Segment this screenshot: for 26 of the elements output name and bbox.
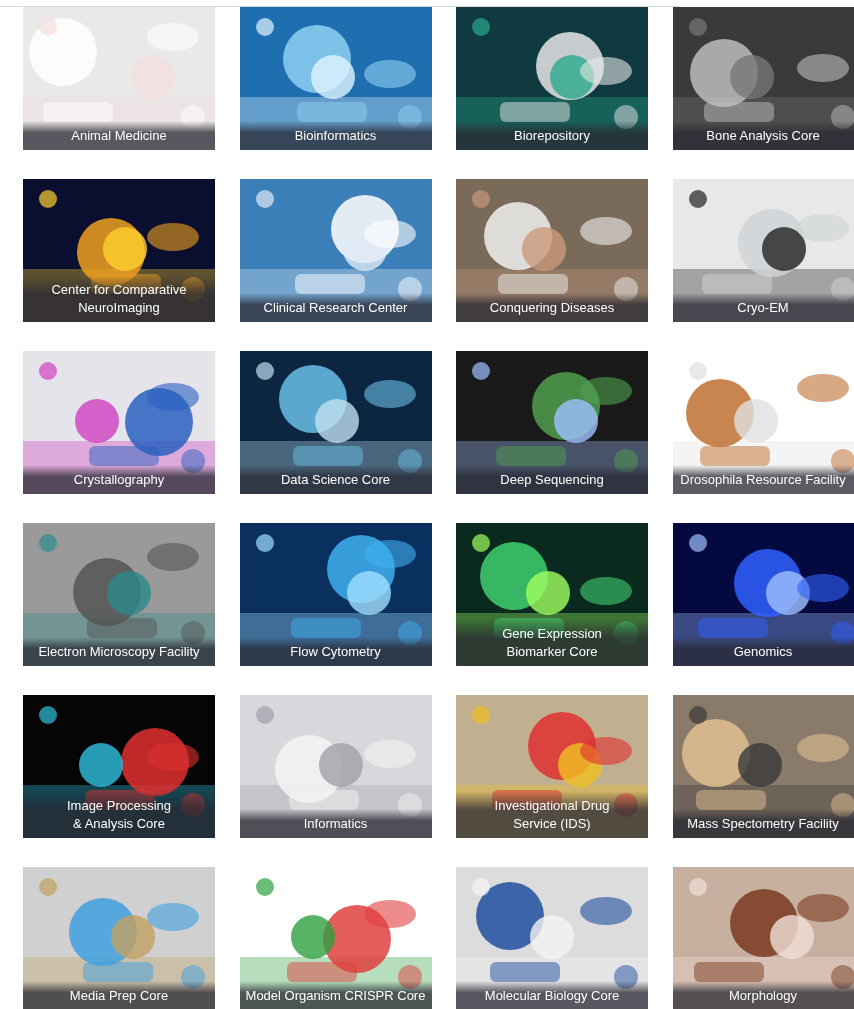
tile-label: Electron Microscopy Facility [23,637,215,666]
tile-label: Conquering Diseases [456,293,648,322]
tile-label: Biorepository [456,121,648,150]
tile-label: Drosophila Resource Facility [672,465,854,494]
tile-label: Animal Medicine [23,121,215,150]
tile-label: Bone Analysis Core [672,121,854,150]
tile-label: Center for Comparative NeuroImaging [23,275,215,322]
tile-label: Data Science Core [239,465,432,494]
tile-label: Deep Sequencing [456,465,648,494]
tile-label: Media Prep Core [23,981,215,1009]
tile-label: Informatics [239,809,432,838]
tile-label: Gene Expression Biomarker Core [456,619,648,666]
tile-label: Morphology [672,981,854,1009]
tile-label: Mass Spectometry Facility [672,809,854,838]
tile-label: Image Processing & Analysis Core [23,791,215,838]
tile-label: Cryo-EM [672,293,854,322]
tile-label: Flow Cytometry [239,637,432,666]
service-tile[interactable]: Informatics [239,695,432,838]
tile-label: Clinical Research Center [239,293,432,322]
tile-label: Bioinformatics [239,121,432,150]
tile-label: Model Organism CRISPR Core [239,981,432,1009]
service-tile[interactable]: Cryo-EM [672,179,854,322]
tile-label: Genomics [672,637,854,666]
tile-label: Crystallography [23,465,215,494]
tile-label: Molecular Biology Core [456,981,648,1009]
tile-label: Investigational Drug Service (IDS) [456,791,648,838]
